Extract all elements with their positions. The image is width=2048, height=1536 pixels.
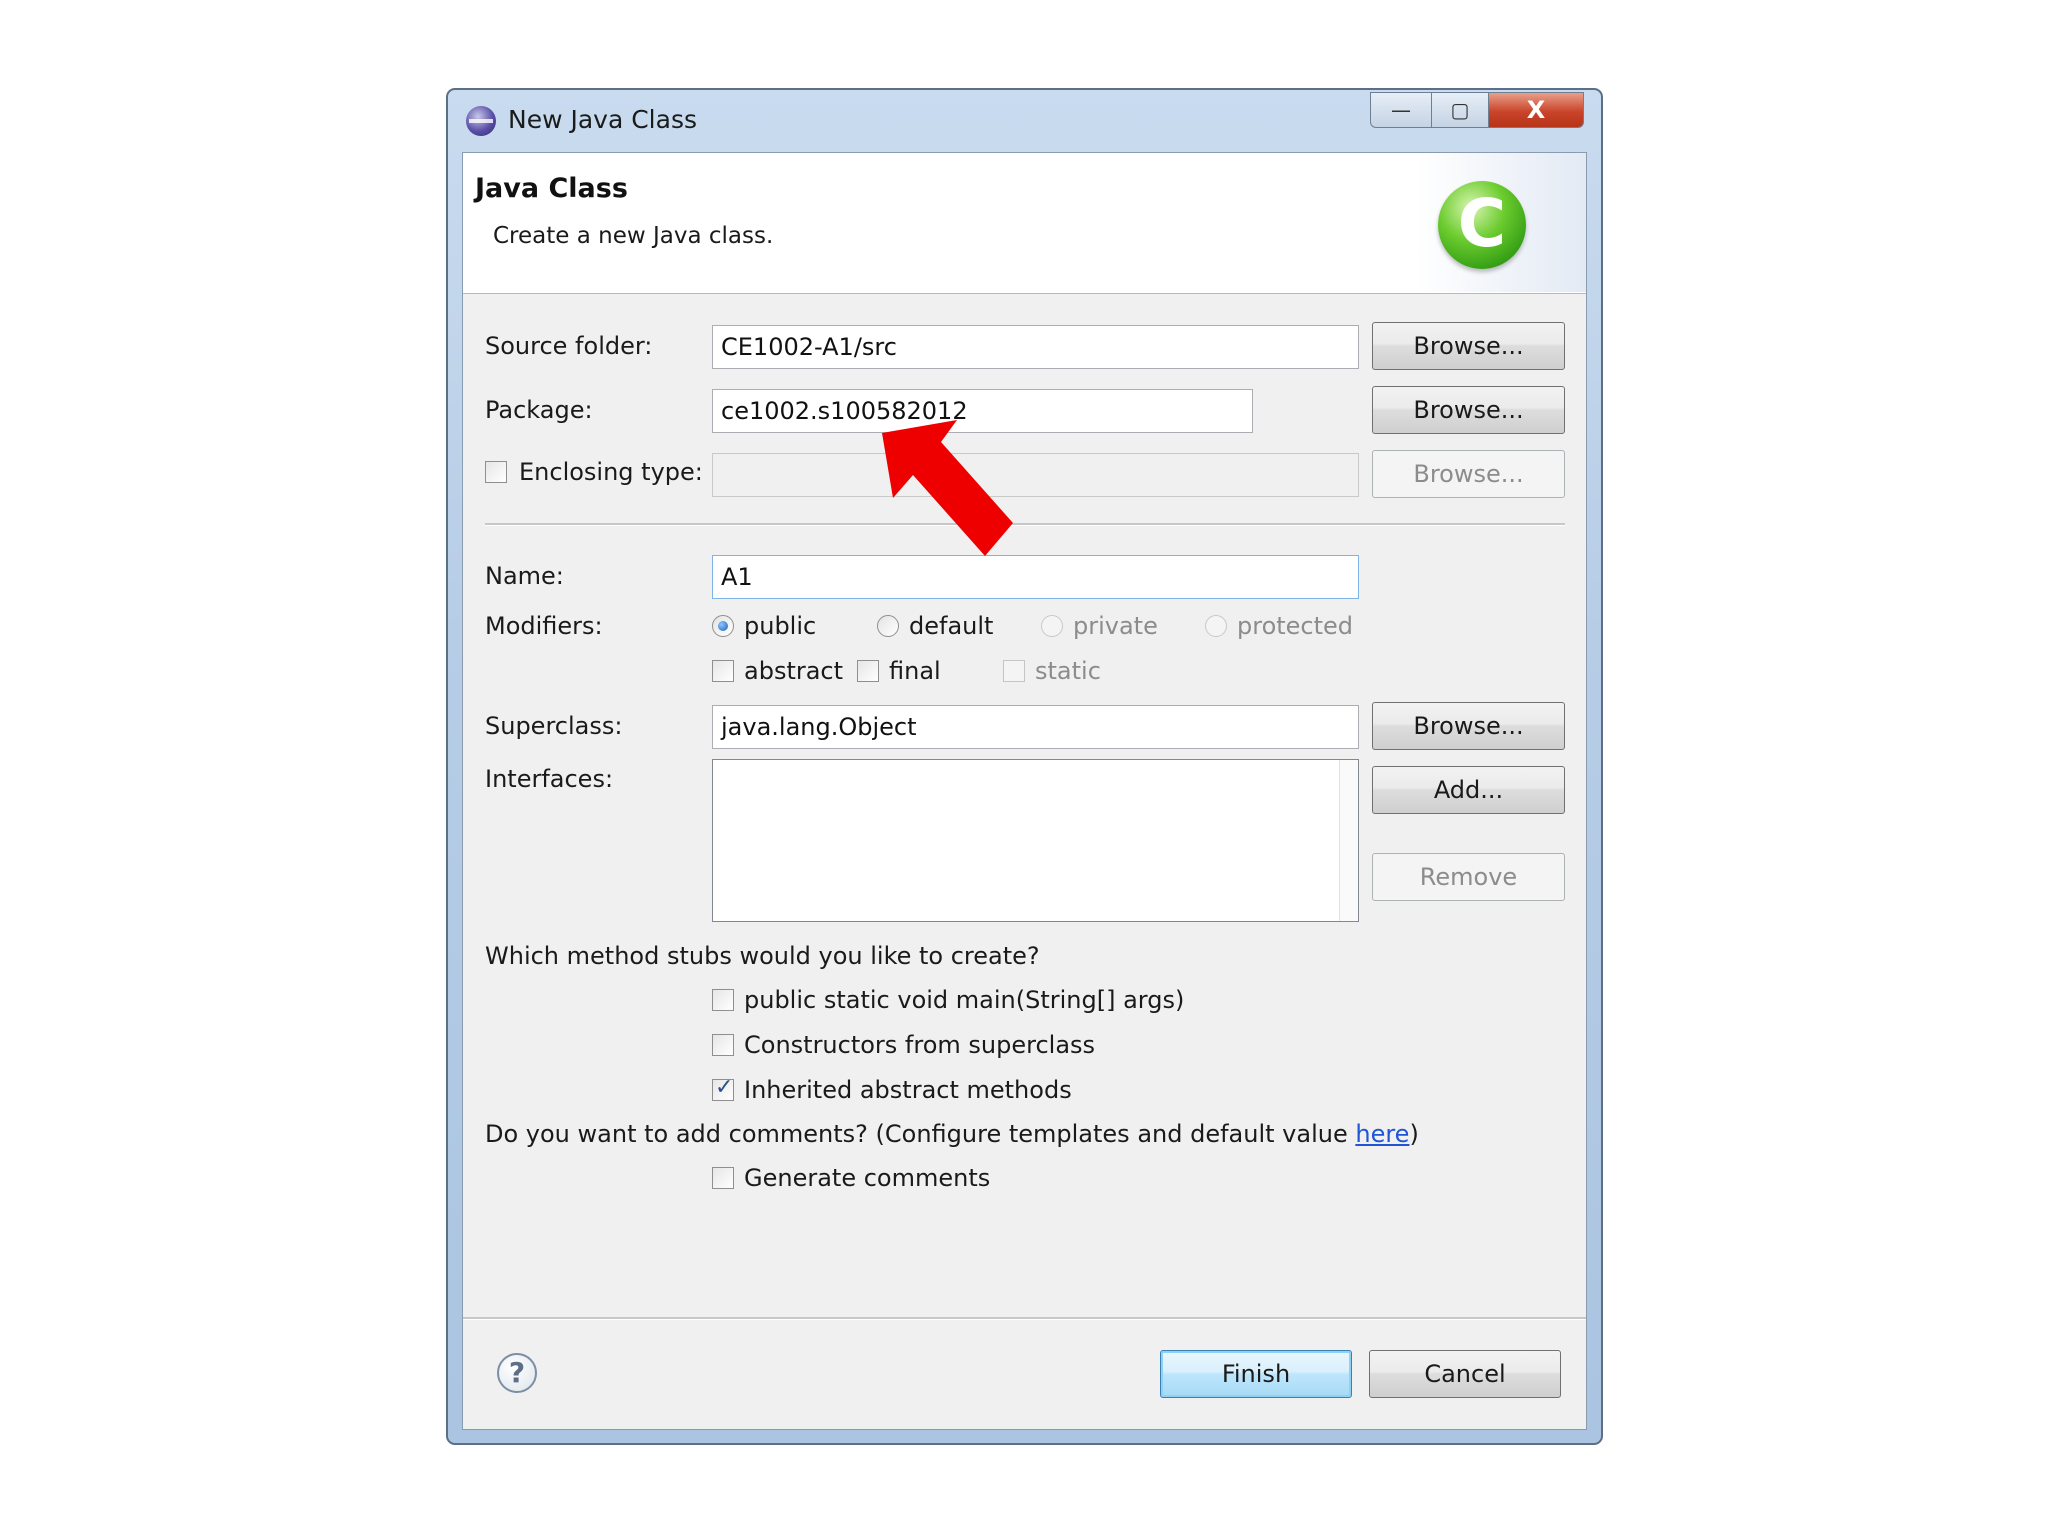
red-arrow-shape [882, 420, 1013, 556]
red-arrow-pointer [882, 420, 1013, 556]
